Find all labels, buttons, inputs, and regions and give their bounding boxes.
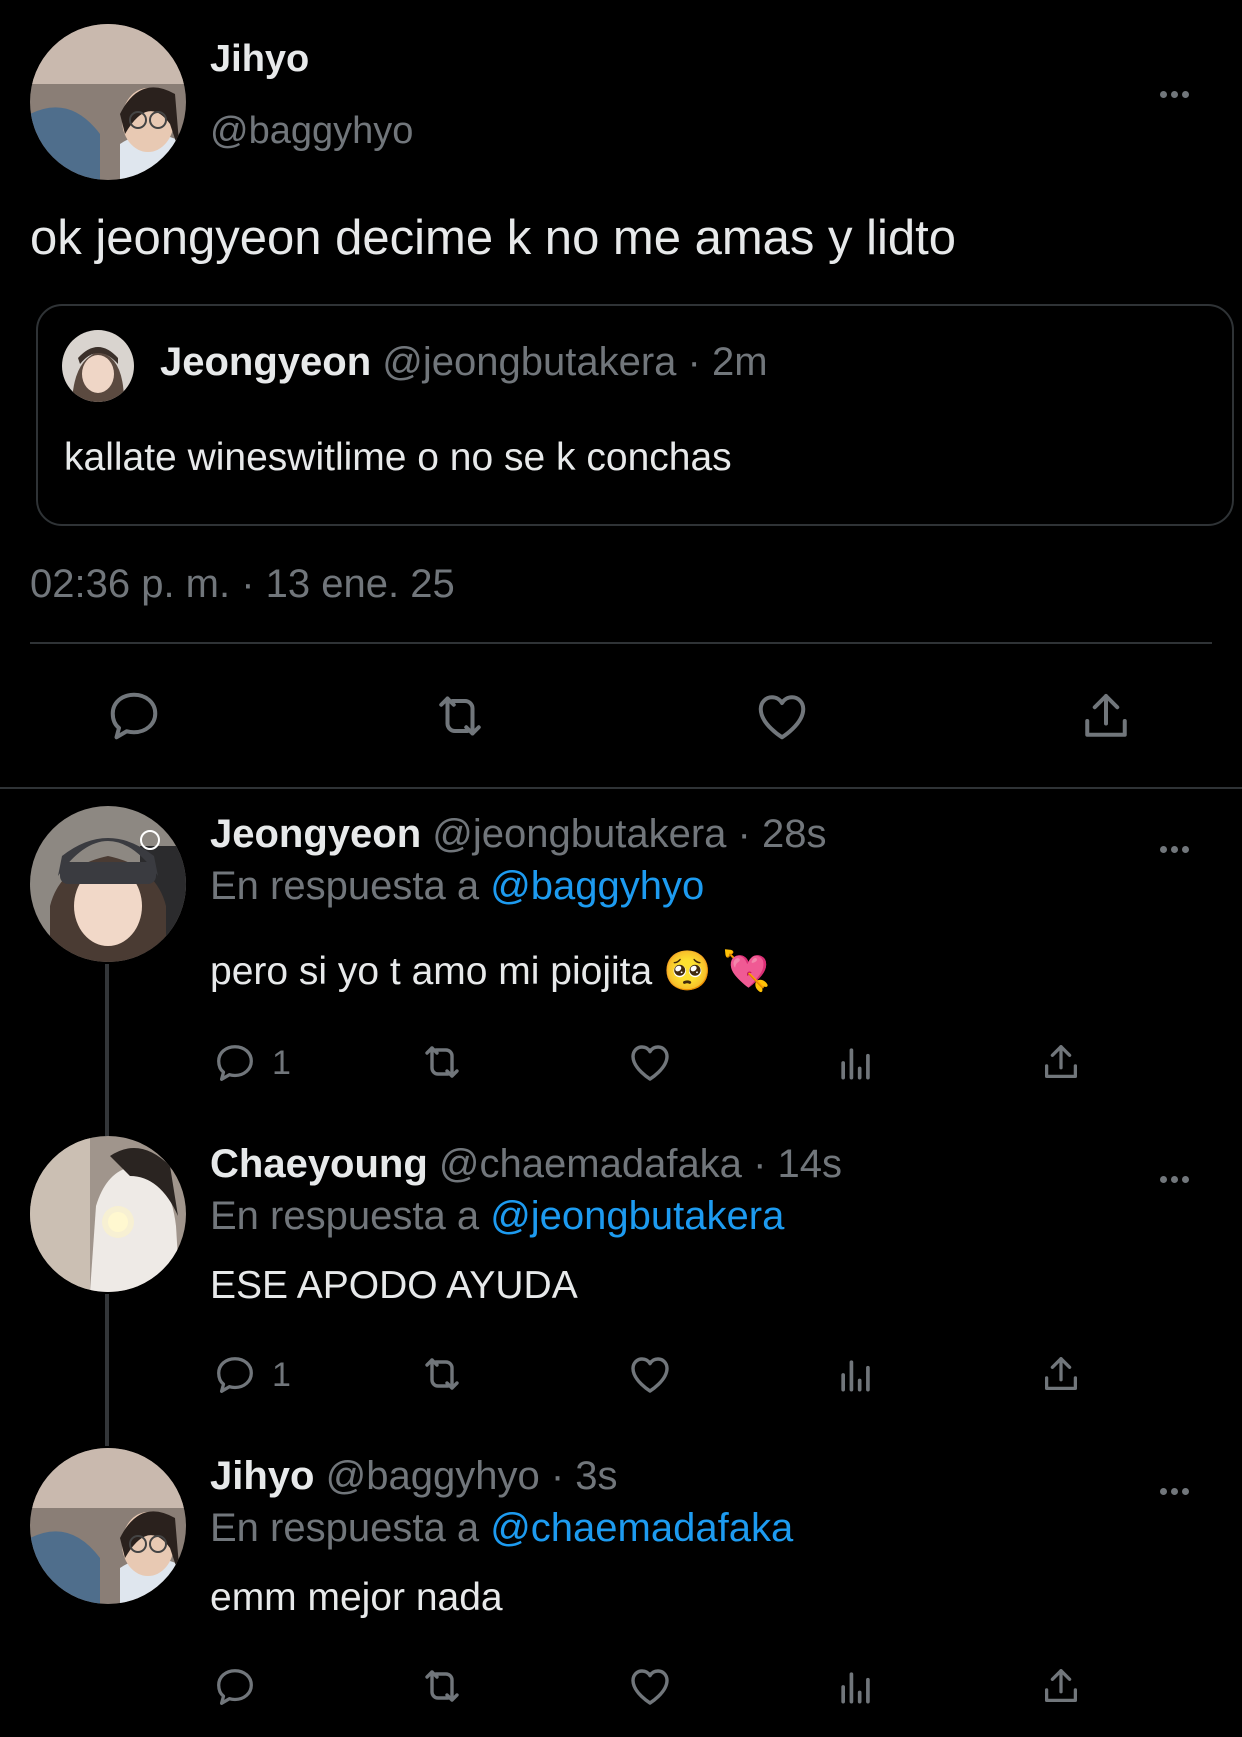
like-icon[interactable] [625,1350,675,1398]
avatar-jeongyeon[interactable] [30,806,186,962]
reply-author-handle[interactable]: @baggyhyo [326,1454,540,1498]
reply-count: 1 [272,1044,291,1082]
more-icon[interactable] [1160,825,1193,859]
like-icon[interactable] [752,686,812,746]
retweet-icon[interactable] [416,1038,468,1086]
like-icon[interactable] [625,1662,675,1710]
reply-icon[interactable] [104,686,164,746]
avatar-chaeyoung[interactable] [30,1136,186,1292]
share-icon[interactable] [1076,686,1136,746]
reply-author-handle[interactable]: @chaemadafaka [439,1142,742,1186]
reply-prefix: En respuesta a [210,1506,480,1550]
reply-to-link[interactable]: @chaemadafaka [490,1506,793,1550]
reply-author-handle[interactable]: @jeongbutakera [432,812,726,856]
share-icon[interactable] [1038,1662,1084,1710]
reply-author-name[interactable]: Chaeyoung [210,1142,428,1186]
retweet-icon[interactable] [428,686,492,746]
reply-icon[interactable] [212,1040,258,1086]
retweet-icon[interactable] [416,1350,468,1398]
retweet-icon[interactable] [416,1662,468,1710]
avatar-jihyo[interactable] [30,24,186,180]
more-icon[interactable] [1160,1155,1193,1189]
quoted-author-handle: @jeongbutakera [382,340,677,384]
more-icon[interactable] [1160,1467,1193,1501]
quoted-avatar [62,330,134,402]
views-icon[interactable] [834,1352,878,1398]
reply-count: 1 [272,1356,291,1394]
main-timestamp[interactable]: 02:36 p. m. · 13 ene. 25 [30,562,455,607]
views-icon[interactable] [834,1664,878,1710]
views-icon[interactable] [834,1040,878,1086]
divider [30,642,1212,644]
share-icon[interactable] [1038,1350,1084,1398]
like-icon[interactable] [625,1038,675,1086]
avatar-jihyo[interactable] [30,1448,186,1604]
reply-icon[interactable] [212,1664,258,1710]
reply-time[interactable]: · 3s [551,1454,618,1498]
quoted-tweet[interactable]: Jeongyeon @jeongbutakera · 2m kallate wi… [36,304,1234,526]
reply-text: pero si yo t amo mi piojita 🥺 💘 [210,950,771,993]
reply-prefix: En respuesta a [210,1194,480,1238]
quoted-author-name: Jeongyeon [160,340,372,384]
quoted-text: kallate wineswitlime o no se k conchas [64,436,732,479]
more-icon[interactable] [1160,70,1193,104]
thread-line [105,1294,109,1446]
reply-to-link[interactable]: @baggyhyo [490,864,704,908]
reply-author-name[interactable]: Jeongyeon [210,812,421,856]
main-author-handle[interactable]: @baggyhyo [210,110,413,153]
share-icon[interactable] [1038,1038,1084,1086]
section-divider [0,787,1242,789]
quoted-time: · 2m [687,340,768,384]
reply-author-name[interactable]: Jihyo [210,1454,314,1498]
reply-text: ESE APODO AYUDA [210,1264,578,1307]
thread-line [105,964,109,1136]
reply-text: emm mejor nada [210,1576,503,1619]
reply-time[interactable]: · 28s [738,812,827,856]
main-tweet-text: ok jeongyeon decime k no me amas y lidto [30,211,957,265]
reply-time[interactable]: · 14s [753,1142,842,1186]
reply-icon[interactable] [212,1352,258,1398]
main-author-name[interactable]: Jihyo [210,38,309,81]
reply-to-link[interactable]: @jeongbutakera [490,1194,784,1238]
reply-prefix: En respuesta a [210,864,480,908]
